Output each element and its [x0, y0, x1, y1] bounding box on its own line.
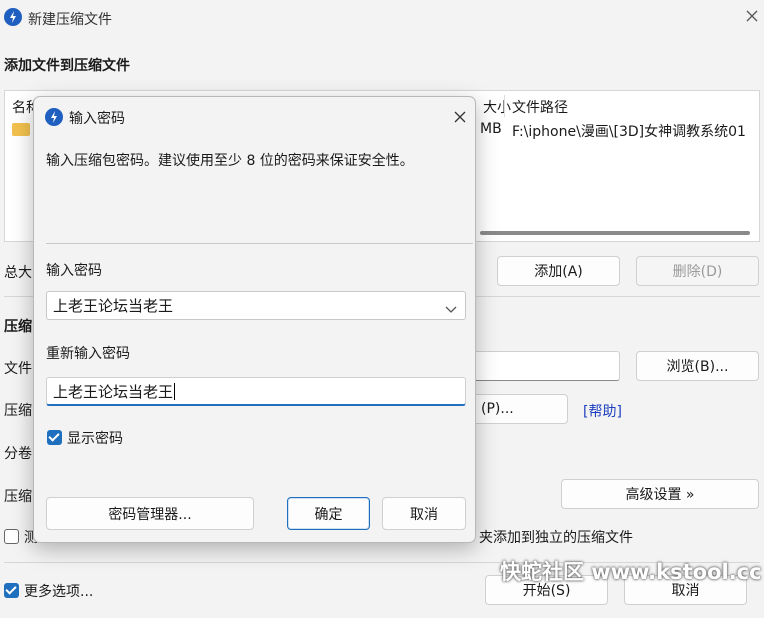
- reenter-password-value: 上老王论坛当老王: [53, 382, 174, 401]
- advanced-settings-button[interactable]: 高级设置 »: [561, 479, 759, 509]
- delete-button[interactable]: 删除(D): [636, 256, 759, 286]
- separate-archives-label: 夹添加到独立的压缩文件: [479, 530, 633, 546]
- password-dialog: 输入密码 输入压缩包密码。建议使用至少 8 位的密码来保证安全性。 输入密码 上…: [33, 96, 476, 543]
- file-name-input[interactable]: [460, 351, 620, 381]
- column-divider: [504, 95, 505, 117]
- row-size: MB: [480, 121, 502, 137]
- more-options-label: 更多选项...: [24, 584, 94, 600]
- compress-section-label: 压缩: [4, 319, 32, 335]
- show-password-checkbox[interactable]: [47, 430, 62, 445]
- chevron-down-icon[interactable]: [445, 301, 457, 313]
- ok-button[interactable]: 确定: [287, 497, 370, 530]
- folder-icon: [12, 123, 30, 136]
- more-options-checkbox[interactable]: [4, 583, 19, 598]
- watermark: 快蛇社区 www.kstool.cc: [500, 560, 762, 584]
- browse-button[interactable]: 浏览(B)...: [636, 351, 759, 381]
- close-icon[interactable]: [744, 8, 760, 24]
- dialog-cancel-button[interactable]: 取消: [382, 497, 466, 530]
- app-logo-icon: [4, 8, 22, 26]
- compress-format-label: 压缩: [4, 403, 32, 419]
- password-value: 上老王论坛当老王: [53, 297, 174, 315]
- test-checkbox[interactable]: [4, 529, 19, 544]
- split-label: 分卷: [4, 446, 32, 462]
- dialog-logo-icon: [45, 108, 63, 126]
- file-label: 文件: [4, 361, 32, 377]
- dialog-close-icon[interactable]: [452, 109, 468, 125]
- dialog-divider: [46, 243, 473, 244]
- total-size-label: 总大: [4, 265, 32, 281]
- password-manager-button[interactable]: 密码管理器...: [46, 497, 254, 530]
- reenter-password-label: 重新输入密码: [46, 346, 130, 362]
- show-password-label: 显示密码: [67, 431, 123, 447]
- section-title: 添加文件到压缩文件: [4, 58, 130, 74]
- dialog-title: 输入密码: [69, 111, 125, 127]
- column-header-path[interactable]: 文件路径: [512, 97, 568, 117]
- reenter-password-input[interactable]: 上老王论坛当老王: [46, 377, 466, 406]
- password-combobox[interactable]: 上老王论坛当老王: [46, 291, 466, 320]
- row-path: F:\iphone\漫画\[3D]女神调教系统01: [512, 124, 746, 140]
- dialog-description: 输入压缩包密码。建议使用至少 8 位的密码来保证安全性。: [46, 153, 414, 169]
- text-cursor: [174, 382, 176, 400]
- add-button[interactable]: 添加(A): [497, 256, 620, 286]
- profile-button[interactable]: (P)...: [460, 394, 568, 424]
- window-title: 新建压缩文件: [28, 12, 112, 28]
- compress-method-label: 压缩: [4, 489, 32, 505]
- password-label: 输入密码: [46, 263, 102, 279]
- column-header-size[interactable]: 大小: [483, 97, 511, 117]
- help-link[interactable]: [帮助]: [583, 401, 622, 421]
